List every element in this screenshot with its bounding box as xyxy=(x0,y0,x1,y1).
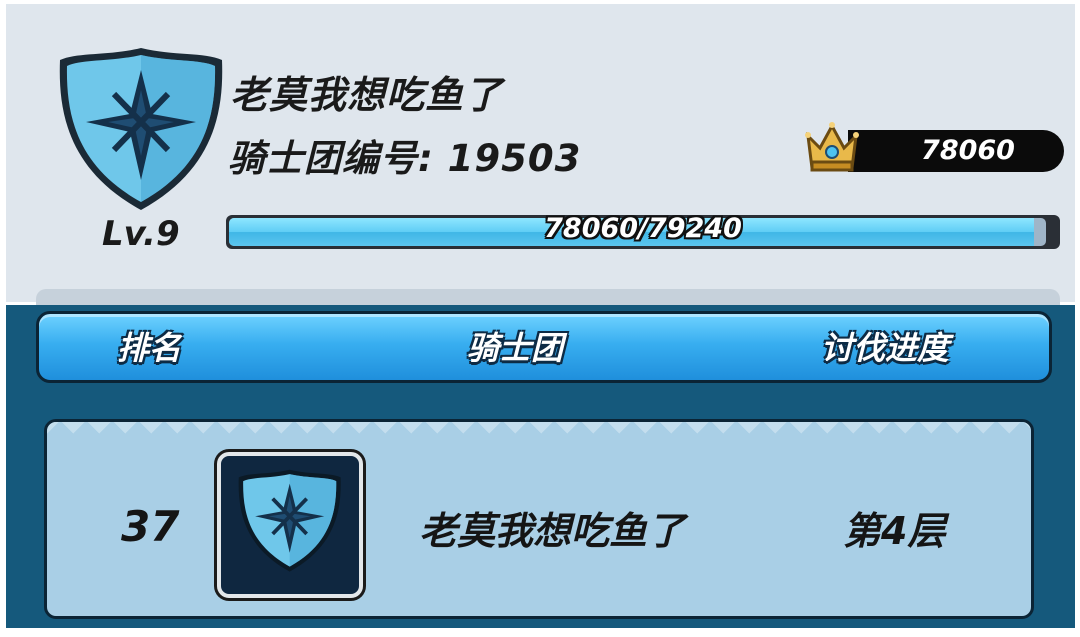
header-guild: 骑士团 xyxy=(467,329,564,367)
experience-bar-text: 78060/79240 xyxy=(544,215,742,244)
panel-divider xyxy=(36,289,1060,306)
ranking-table-header: 排名 骑士团 讨伐进度 xyxy=(36,311,1052,383)
guild-name: 老莫我想吃鱼了 xyxy=(230,73,504,117)
guild-id: 骑士团编号: 19503 xyxy=(228,137,582,180)
guild-emblem-icon xyxy=(59,48,223,210)
shield-star-icon xyxy=(238,469,341,572)
crown-score-badge: 78060 xyxy=(848,130,1064,172)
guild-profile-panel: 老莫我想吃鱼了 骑士团编号: 19503 Lv.9 78060 78060/79… xyxy=(6,4,1075,306)
crown-icon xyxy=(805,122,859,172)
header-progress: 讨伐进度 xyxy=(821,329,950,367)
crown-score-value: 78060 xyxy=(921,135,1015,166)
row-decoration xyxy=(47,422,1031,442)
experience-bar: 78060/79240 xyxy=(226,215,1060,249)
row-guild-avatar xyxy=(217,452,363,598)
ranking-row[interactable]: 37 老莫我想吃鱼了 第4层 xyxy=(44,419,1034,619)
row-progress: 第4层 xyxy=(843,509,946,553)
row-rank: 37 xyxy=(121,502,180,551)
row-guild-name: 老莫我想吃鱼了 xyxy=(419,509,686,553)
ranking-panel: 排名 骑士团 讨伐进度 37 老莫我想吃鱼了 第4层 xyxy=(6,305,1075,628)
guild-level: Lv.9 xyxy=(102,214,180,254)
header-rank: 排名 xyxy=(117,329,182,367)
